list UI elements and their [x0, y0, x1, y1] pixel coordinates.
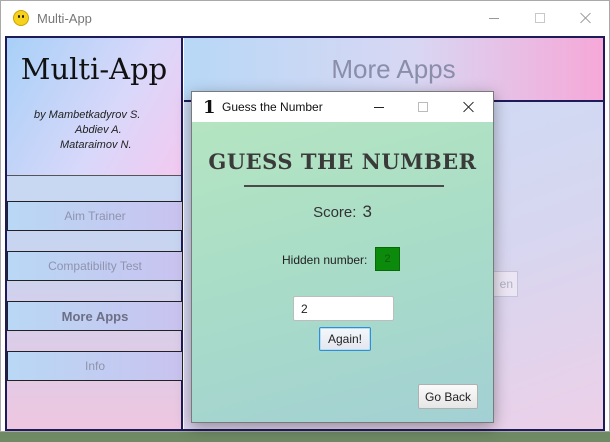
guess-input[interactable] [293, 296, 394, 321]
maximize-button[interactable] [517, 1, 563, 35]
sidebar-header: Multi-App by Mambetkadyrov S. Abdiev A. … [7, 38, 181, 176]
guess-dialog: 1 Guess the Number GUESS THE NUMBER Scor… [191, 91, 494, 423]
window-title: Multi-App [37, 10, 92, 26]
dialog-maximize-button[interactable] [401, 92, 445, 122]
sidebar-item-compatibility-test[interactable]: Compatibility Test [7, 251, 183, 281]
hidden-number-box: 2 [375, 247, 400, 271]
main-titlebar[interactable]: Multi-App [1, 1, 609, 35]
score-label: Score: [313, 204, 357, 221]
title-divider [244, 185, 444, 187]
smiley-icon [13, 10, 29, 26]
authors: by Mambetkadyrov S. Abdiev A. Mataraimov… [7, 108, 181, 153]
dialog-titlebar[interactable]: 1 Guess the Number [192, 92, 493, 122]
sidebar-item-more-apps[interactable]: More Apps [7, 301, 183, 331]
author-line-1: by Mambetkadyrov S. [34, 109, 141, 121]
dialog-title: Guess the Number [222, 100, 323, 114]
dialog-number-icon: 1 [203, 96, 216, 118]
close-button[interactable] [563, 1, 609, 35]
close-icon [463, 101, 475, 113]
dialog-close-button[interactable] [447, 92, 491, 122]
minimize-button[interactable] [471, 1, 517, 35]
maximize-icon [535, 13, 545, 23]
sidebar-item-info[interactable]: Info [7, 351, 183, 381]
minimize-icon [374, 106, 384, 108]
game-title: GUESS THE NUMBER [208, 149, 477, 174]
score-value: 3 [362, 202, 372, 221]
minimize-icon [489, 17, 499, 19]
maximize-icon [418, 102, 428, 112]
close-icon [580, 12, 592, 24]
sidebar: Multi-App by Mambetkadyrov S. Abdiev A. … [7, 38, 183, 429]
app-title: Multi-App [20, 52, 168, 86]
again-button[interactable]: Again! [319, 327, 371, 351]
sidebar-item-aim-trainer[interactable]: Aim Trainer [7, 201, 183, 231]
go-back-button[interactable]: Go Back [418, 384, 478, 409]
score-display: Score: 3 [192, 202, 493, 222]
page-title: More Apps [331, 53, 456, 84]
dialog-minimize-button[interactable] [357, 92, 401, 122]
hidden-number-label: Hidden number: [282, 253, 368, 267]
